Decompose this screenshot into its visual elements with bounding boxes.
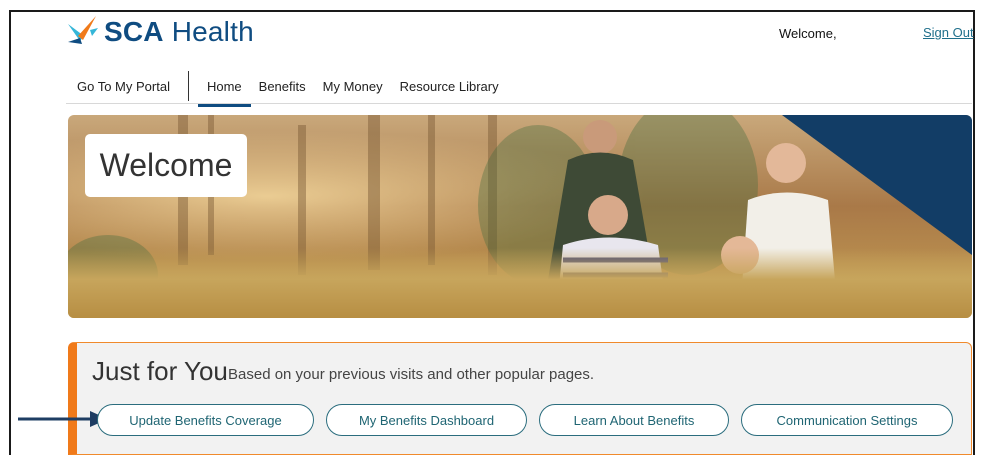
- nav-divider: [187, 71, 189, 101]
- nav-benefits[interactable]: Benefits: [259, 79, 306, 94]
- sca-health-logo[interactable]: SCA Health: [66, 14, 254, 50]
- main-nav: Go To My Portal Home Benefits My Money R…: [77, 68, 499, 107]
- just-for-you-title: Just for You: [92, 356, 228, 386]
- nav-divider-line: [66, 103, 972, 104]
- brand-name: SCA Health: [104, 16, 254, 47]
- update-benefits-coverage-button[interactable]: Update Benefits Coverage: [97, 404, 314, 436]
- communication-settings-button[interactable]: Communication Settings: [741, 404, 953, 436]
- nav-resource-library[interactable]: Resource Library: [400, 79, 499, 94]
- my-benefits-dashboard-button[interactable]: My Benefits Dashboard: [326, 404, 527, 436]
- learn-about-benefits-button[interactable]: Learn About Benefits: [539, 404, 729, 436]
- hero-grass: [68, 248, 972, 318]
- nav-go-to-portal[interactable]: Go To My Portal: [77, 79, 170, 94]
- welcome-user-text: Welcome,: [779, 26, 837, 41]
- hero-corner-accent: [782, 115, 972, 255]
- just-for-you-subtitle: Based on your previous visits and other …: [228, 366, 595, 383]
- nav-my-money[interactable]: My Money: [323, 79, 383, 94]
- sign-out-link[interactable]: Sign Out: [923, 25, 974, 40]
- sca-logo-mark-icon: [68, 16, 98, 44]
- nav-home[interactable]: Home: [198, 79, 251, 107]
- hero-welcome-card: Welcome: [85, 134, 247, 197]
